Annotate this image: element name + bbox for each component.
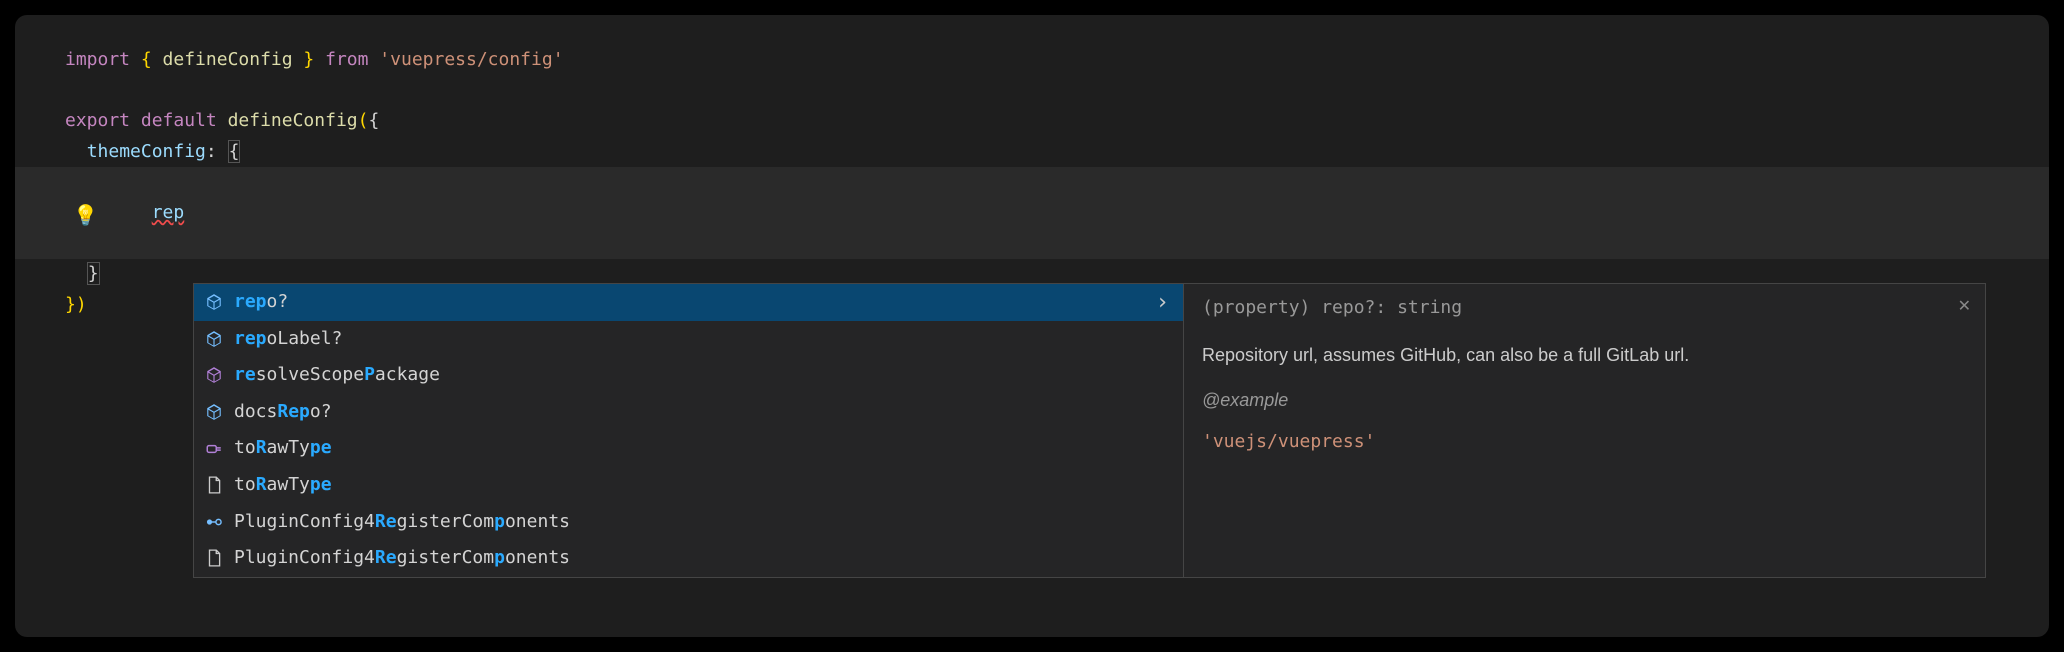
detail-signature: (property) repo?: string	[1202, 294, 1967, 323]
property: themeConfig	[87, 141, 206, 162]
suggestion-label: toRawType	[234, 433, 332, 464]
brace-matched: }	[87, 262, 100, 285]
brace: {	[368, 110, 379, 131]
suggestion-list[interactable]: repo? repoLabel? resolveScopePackage docsRe…	[194, 284, 1184, 577]
indent	[65, 141, 87, 162]
brace: }	[293, 49, 326, 70]
close-icon[interactable]: ✕	[1958, 294, 1971, 320]
keyword-default: default	[130, 110, 217, 131]
suggestion-item[interactable]: repo?	[194, 284, 1183, 321]
suggestion-item[interactable]: PluginConfig4RegisterComponents	[194, 540, 1183, 577]
field-icon	[204, 329, 224, 349]
code-line-3[interactable]: export default defineConfig({	[15, 106, 2049, 137]
suggestion-label: repoLabel?	[234, 324, 342, 355]
detail-example-code: 'vuejs/vuepress'	[1202, 428, 1967, 457]
code-line-4[interactable]: themeConfig: {	[15, 137, 2049, 168]
code-line-2[interactable]	[15, 76, 2049, 107]
suggestion-label: PluginConfig4RegisterComponents	[234, 543, 570, 574]
string-literal: 'vuepress/config'	[368, 49, 563, 70]
code-line-1[interactable]: import { defineConfig } from 'vuepress/c…	[15, 45, 2049, 76]
keyword-from: from	[325, 49, 368, 70]
close-braces: })	[65, 294, 87, 315]
function-call: defineConfig	[217, 110, 358, 131]
suggestion-label: PluginConfig4RegisterComponents	[234, 507, 570, 538]
suggestion-item[interactable]: PluginConfig4RegisterComponents	[194, 504, 1183, 541]
suggestion-detail-panel: ✕ (property) repo?: string Repository ur…	[1184, 284, 1985, 577]
suggestion-item[interactable]: docsRepo?	[194, 394, 1183, 431]
module-icon	[204, 365, 224, 385]
lightbulb-icon[interactable]: 💡	[73, 198, 98, 232]
code-line-5-current[interactable]: 💡 rep	[15, 167, 2049, 259]
intellisense-popup: repo? repoLabel? resolveScopePackage docsRe…	[193, 283, 1986, 578]
brace: {	[130, 49, 163, 70]
code-editor[interactable]: import { defineConfig } from 'vuepress/c…	[15, 15, 2049, 637]
suggestion-label: toRawType	[234, 470, 332, 501]
paren: (	[358, 110, 369, 131]
keyword-export: export	[65, 110, 130, 131]
snippet-icon	[204, 548, 224, 568]
detail-example-tag: @example	[1202, 386, 1967, 415]
indent	[108, 202, 151, 223]
suggestion-item[interactable]: toRawType	[194, 467, 1183, 504]
suggestion-label: repo?	[234, 287, 288, 318]
brace-matched: {	[228, 140, 241, 163]
suggestion-label: resolveScopePackage	[234, 360, 440, 391]
snippet-icon	[204, 475, 224, 495]
field-icon	[204, 402, 224, 422]
suggestion-label: docsRepo?	[234, 397, 332, 428]
identifier: defineConfig	[163, 49, 293, 70]
suggestion-item[interactable]: repoLabel?	[194, 321, 1183, 358]
suggestion-item[interactable]: resolveScopePackage	[194, 357, 1183, 394]
indent	[65, 263, 87, 284]
variable-icon	[204, 512, 224, 532]
suggestion-item[interactable]: toRawType	[194, 430, 1183, 467]
keyword-import: import	[65, 49, 130, 70]
method-icon	[204, 439, 224, 459]
typing-text: rep	[152, 202, 185, 223]
colon: :	[206, 141, 228, 162]
detail-documentation: Repository url, assumes GitHub, can also…	[1202, 341, 1967, 370]
field-icon	[204, 292, 224, 312]
